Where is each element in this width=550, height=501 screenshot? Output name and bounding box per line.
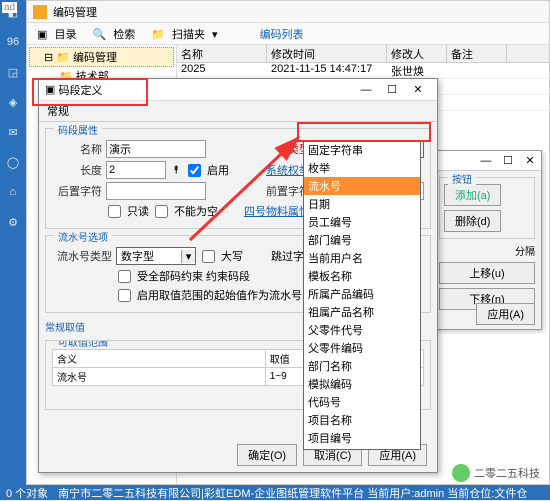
dialog-max[interactable]: ☐ xyxy=(379,83,405,96)
chevron-down-icon: ▾ xyxy=(181,250,195,263)
reset-check[interactable] xyxy=(118,270,131,283)
list-title: 编码列表 xyxy=(256,26,308,42)
toolbar-search[interactable]: 🔍 检索 xyxy=(88,26,143,42)
name-label: 名称 xyxy=(52,141,102,157)
combo-option[interactable]: 固定字符串 xyxy=(304,141,420,159)
watermark: 二零二五科技 xyxy=(452,464,540,482)
usedefault-check[interactable] xyxy=(118,289,131,302)
side-close[interactable]: ✕ xyxy=(519,154,541,167)
combo-option[interactable]: 员工编号 xyxy=(304,213,420,231)
rail-icon-3[interactable]: ◲ xyxy=(5,64,21,80)
reset-label: 受全部码约束 约束码段 xyxy=(137,268,250,284)
status-bar: 0 个对象 南宁市二零二五科技有限公司|彩虹EDM-企业图纸管理软件平台 当前用… xyxy=(0,485,550,500)
watermark-text: 二零二五科技 xyxy=(474,465,540,481)
len-label: 长度 xyxy=(52,162,102,178)
sntype-dropdown[interactable]: 数字型 ▾ xyxy=(116,247,196,265)
rail-icon-6[interactable]: ◯ xyxy=(5,154,21,170)
combo-option[interactable]: 项目名称 xyxy=(304,411,420,429)
stepper-icon[interactable]: ⯭ xyxy=(170,164,182,177)
list-header: 名称 修改时间 修改人 备注 xyxy=(177,45,549,63)
combo-option[interactable]: 模板名称 xyxy=(304,267,420,285)
rail-icon-7[interactable]: ⌂ xyxy=(5,184,21,200)
dialog-min[interactable]: — xyxy=(353,84,379,96)
side-min[interactable]: — xyxy=(475,155,497,167)
toolbar-scan[interactable]: 📁 扫描夹 ▾ xyxy=(147,26,221,42)
combo-option[interactable]: 所属产品编码 xyxy=(304,285,420,303)
enable-check[interactable] xyxy=(188,164,201,177)
combo-option[interactable]: 当前用户名 xyxy=(304,249,420,267)
rail-icon-5[interactable]: ✉ xyxy=(5,124,21,140)
combo-option[interactable]: 日期 xyxy=(304,195,420,213)
combo-option[interactable]: 对象属性 xyxy=(304,447,420,450)
upper-check[interactable] xyxy=(202,250,215,263)
status-text: 南宁市二零二五科技有限公司|彩虹EDM-企业图纸管理软件平台 当前用户:admi… xyxy=(58,485,527,501)
enable-label: 启用 xyxy=(207,162,229,178)
suffix-input[interactable] xyxy=(106,182,206,200)
rail-icon-4[interactable]: ◈ xyxy=(5,94,21,110)
side-max[interactable]: ☐ xyxy=(497,154,519,167)
matlink[interactable]: 四号物料属性 xyxy=(244,203,310,219)
combo-option[interactable]: 父零件编码 xyxy=(304,339,420,357)
side-group: 按钮 xyxy=(448,171,476,186)
dialog-titlebar: ▣ 码段定义 — ☐ ✕ xyxy=(39,79,437,101)
group1-legend: 码段属性 xyxy=(54,122,102,137)
dialog-title: 码段定义 xyxy=(58,82,102,98)
main-toolbar: ▣ 目录 🔍 检索 📁 扫描夹 ▾ 编码列表 xyxy=(27,23,549,45)
ad-badge: ad xyxy=(2,2,17,13)
combo-option[interactable]: 流水号 xyxy=(304,177,420,195)
combo-option[interactable]: 父零件代号 xyxy=(304,321,420,339)
tree-root[interactable]: ⊟ 📁 编码管理 xyxy=(29,47,174,67)
readonly-check[interactable] xyxy=(108,205,121,218)
toolbar-dir[interactable]: ▣ 目录 xyxy=(33,26,84,42)
combo-option[interactable]: 代码号 xyxy=(304,393,420,411)
group3b-legend: 可取值范围 xyxy=(54,340,112,349)
main-title: 编码管理 xyxy=(53,4,97,20)
sep-label: 分隔 xyxy=(439,243,535,258)
add-button[interactable]: 添加(a) xyxy=(444,184,501,206)
wechat-icon xyxy=(452,464,470,482)
suffix-label: 后置字符 xyxy=(52,183,102,199)
col-user[interactable]: 修改人 xyxy=(387,45,447,62)
combo-option[interactable]: 项目编号 xyxy=(304,429,420,447)
up-button[interactable]: 上移(u) xyxy=(439,262,535,284)
combo-option[interactable]: 祖属产品名称 xyxy=(304,303,420,321)
col-name[interactable]: 名称 xyxy=(177,45,267,62)
len-input[interactable] xyxy=(106,161,166,179)
combo-option[interactable]: 部门名称 xyxy=(304,357,420,375)
dialog-tab[interactable]: 常规 xyxy=(39,101,437,122)
sntype-value: 数字型 xyxy=(117,248,181,264)
upper-label: 大写 xyxy=(221,248,243,264)
combo-option[interactable]: 部门编号 xyxy=(304,231,420,249)
combo-option[interactable]: 枚举 xyxy=(304,159,420,177)
sntype-label: 流水号类型 xyxy=(52,248,112,264)
status-count: 0 个对象 xyxy=(6,485,48,501)
folder-icon xyxy=(33,5,47,19)
main-titlebar: 编码管理 xyxy=(27,1,549,23)
side-panel: — ☐ ✕ 按钮 添加(a) 删除(d) 分隔 上移(u) 下移(n) 应用(A… xyxy=(432,150,542,330)
dialog-icon: ▣ xyxy=(45,83,55,96)
group2-legend: 流水号选项 xyxy=(54,229,112,244)
rail-icon-8[interactable]: ⚙ xyxy=(5,214,21,230)
notnull-check[interactable] xyxy=(155,205,168,218)
type-combo-list[interactable]: 固定字符串枚举流水号日期员工编号部门编号当前用户名模板名称所属产品编码祖属产品名… xyxy=(303,140,421,450)
dialog-close[interactable]: ✕ xyxy=(405,83,431,96)
combo-option[interactable]: 模拟编码 xyxy=(304,375,420,393)
name-input[interactable] xyxy=(106,140,206,158)
rail-icon-2[interactable]: 96 xyxy=(5,34,21,50)
side-apply-button[interactable]: 应用(A) xyxy=(476,303,535,325)
left-nav-rail: ◧ 96 ◲ ◈ ✉ ◯ ⌂ ⚙ xyxy=(0,0,26,485)
delete-button[interactable]: 删除(d) xyxy=(444,210,501,232)
ok-button[interactable]: 确定(O) xyxy=(237,444,297,466)
readonly-label: 只读 xyxy=(127,203,149,219)
col-remark[interactable]: 备注 xyxy=(447,45,507,62)
th-meaning[interactable]: 含义 xyxy=(53,350,266,368)
table-row[interactable]: 20252021-11-15 14:47:17张世焕 xyxy=(177,63,549,79)
notnull-label: 不能为空 xyxy=(174,203,218,219)
col-time[interactable]: 修改时间 xyxy=(267,45,387,62)
